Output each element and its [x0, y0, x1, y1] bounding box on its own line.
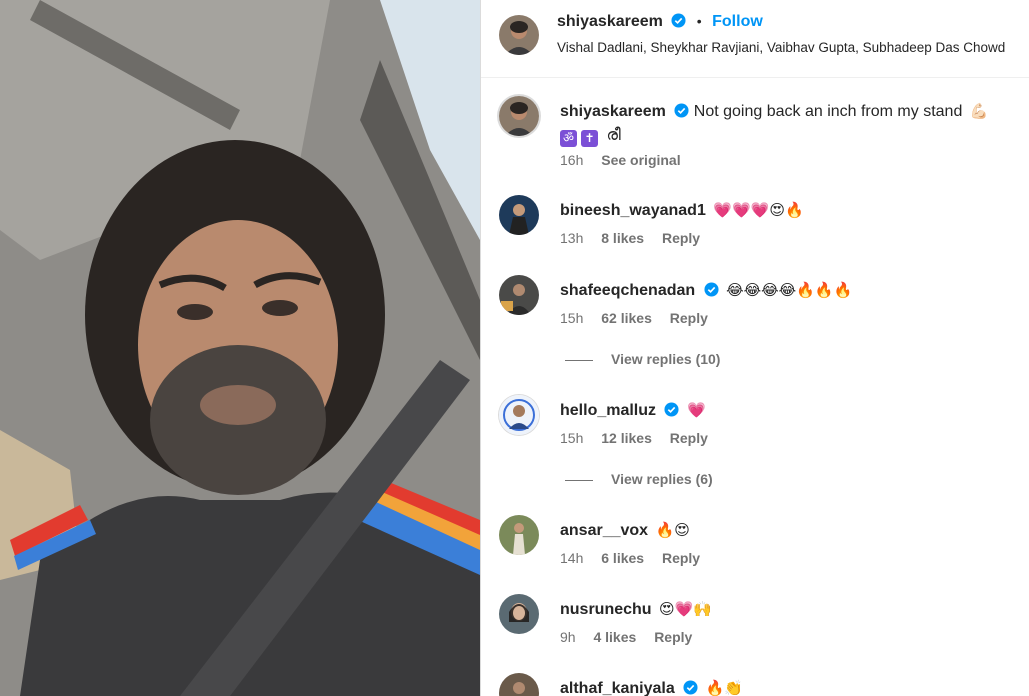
see-original-button[interactable]: See original: [601, 152, 680, 168]
caption-text: Not going back an inch from my stand: [693, 103, 963, 120]
comment-meta: 14h 6 likes Reply: [560, 550, 714, 566]
replies-line: [565, 479, 593, 481]
verified-badge-icon: [674, 103, 689, 118]
comment-time: 9h: [560, 629, 576, 645]
verified-badge-icon: [683, 680, 698, 695]
comment-username[interactable]: althaf_kaniyala: [560, 680, 675, 696]
comment-likes[interactable]: 4 likes: [593, 629, 636, 645]
comment-emoji: 💗: [686, 401, 706, 419]
reply-button[interactable]: Reply: [662, 230, 700, 246]
view-replies-button[interactable]: View replies (10): [565, 351, 720, 367]
latin-cross-icon: ✝: [581, 130, 598, 147]
separator-dot: •: [696, 13, 702, 29]
comment-avatar[interactable]: [499, 195, 539, 235]
author-username[interactable]: shiyaskareem: [557, 13, 663, 30]
comment-avatar[interactable]: [499, 515, 539, 555]
comment-likes[interactable]: 8 likes: [601, 230, 644, 246]
comment-avatar[interactable]: [499, 395, 539, 435]
collaborators-list[interactable]: Vishal Dadlani, Sheykhar Ravjiani, Vaibh…: [557, 40, 1022, 55]
comment-likes[interactable]: 12 likes: [601, 430, 652, 446]
comment-meta: 13h 8 likes Reply: [560, 230, 714, 246]
comment-meta: 15h 12 likes Reply: [560, 430, 722, 446]
reply-button[interactable]: Reply: [670, 310, 708, 326]
comment-emoji: 😂😂😂😂🔥🔥🔥: [726, 281, 853, 299]
comments-panel: shiyaskareem • Follow Vishal Dadlani, Sh…: [481, 0, 1029, 696]
comment-avatar[interactable]: [499, 673, 539, 696]
comment-username[interactable]: nusrunechu: [560, 601, 652, 618]
replies-line: [565, 359, 593, 361]
comment-likes[interactable]: 6 likes: [601, 550, 644, 566]
flexed-biceps-emoji: 💪🏻: [969, 102, 989, 120]
om-symbol-icon: ॐ: [560, 130, 577, 147]
comment-username[interactable]: bineesh_wayanad1: [560, 202, 706, 219]
comment-emoji: 🔥👏: [705, 679, 743, 696]
post-media[interactable]: [0, 0, 480, 696]
view-replies-label: View replies (10): [611, 351, 721, 367]
comment-meta: 15h 62 likes Reply: [560, 310, 722, 326]
comment-avatar[interactable]: [499, 594, 539, 634]
comment-time: 14h: [560, 550, 584, 566]
comment-time: 13h: [560, 230, 584, 246]
reply-button[interactable]: Reply: [654, 629, 692, 645]
caption-meta: 16h See original: [560, 152, 695, 168]
comment-emoji: 💗💗💗😍🔥: [713, 201, 804, 219]
video-frame: [0, 0, 480, 696]
author-avatar[interactable]: [499, 15, 539, 55]
comment-time: 15h: [560, 310, 584, 326]
verified-badge-icon: [664, 402, 680, 417]
verified-badge-icon: [671, 13, 686, 28]
comment-username[interactable]: shafeeqchenadan: [560, 282, 695, 299]
comment-emoji: 🔥😍: [655, 521, 690, 539]
post-header: shiyaskareem • Follow Vishal Dadlani, Sh…: [481, 0, 1029, 78]
comment-emoji: 😍💗🙌: [659, 600, 713, 618]
reply-button[interactable]: Reply: [670, 430, 708, 446]
reply-button[interactable]: Reply: [662, 550, 700, 566]
caption-time: 16h: [560, 152, 584, 168]
caption-username[interactable]: shiyaskareem: [560, 103, 666, 120]
comment-likes[interactable]: 62 likes: [601, 310, 652, 326]
caption-avatar[interactable]: [499, 96, 539, 136]
follow-button[interactable]: Follow: [712, 13, 763, 30]
comment-username[interactable]: ansar__vox: [560, 522, 648, 539]
view-replies-label: View replies (6): [611, 471, 713, 487]
comment-avatar[interactable]: [499, 275, 539, 315]
verified-badge-icon: [704, 282, 719, 297]
comment-meta: 9h 4 likes Reply: [560, 629, 706, 645]
view-replies-button[interactable]: View replies (6): [565, 471, 713, 487]
comment-username[interactable]: hello_malluz: [560, 402, 656, 419]
comment-time: 15h: [560, 430, 584, 446]
caption-script-text: രീ: [606, 127, 621, 144]
